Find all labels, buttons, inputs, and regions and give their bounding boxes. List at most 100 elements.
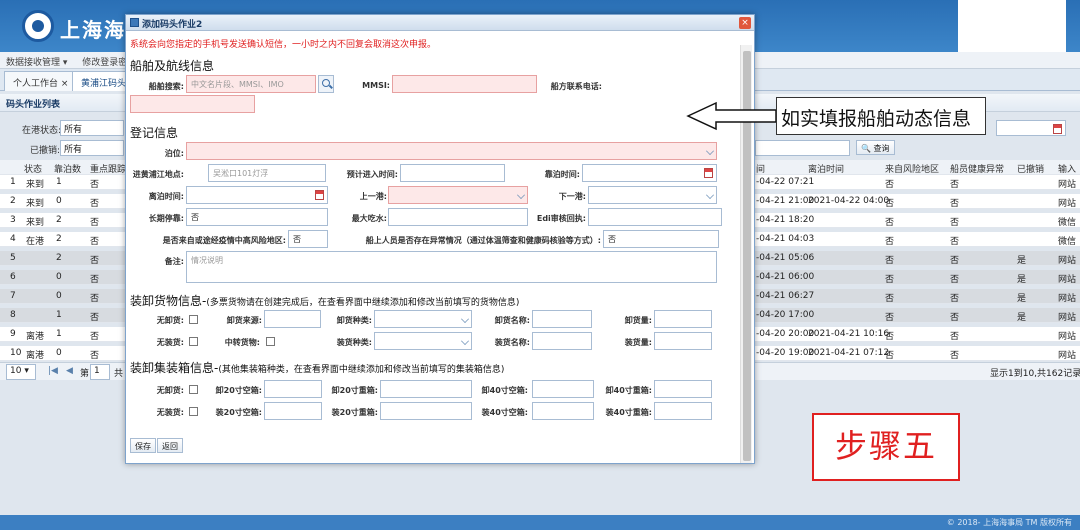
pager-summary: 显示1到10,共162记录: [990, 369, 1080, 379]
u40e-input[interactable]: [532, 380, 594, 398]
arrow-left-icon: [686, 101, 777, 131]
cell-input: 网站: [1058, 294, 1077, 304]
ship-search-icon[interactable]: [318, 75, 334, 93]
crew-select[interactable]: 否: [603, 230, 719, 248]
chevron-down-icon: [706, 191, 714, 199]
query-button[interactable]: 🔍 查询: [856, 140, 895, 155]
section-cargo-title: 装卸货物信息-: [130, 294, 207, 308]
crew-label: 船上人员是否存在异常情况（通过体温筛查和健康码核验等方式）:: [365, 236, 601, 245]
annotation-callout: 如实填报船舶动态信息: [776, 97, 986, 135]
l20e-label: 装20寸空箱:: [215, 408, 262, 417]
cell-time: -04-20 20:00: [756, 329, 815, 339]
unload-src-input[interactable]: [264, 310, 321, 328]
no-unload2-checkbox[interactable]: [189, 385, 198, 394]
cell-leave: 2021-04-21 07:12: [808, 348, 890, 358]
long-stay-select[interactable]: 否: [186, 208, 328, 226]
cell-leave: 2021-04-21 10:16: [808, 329, 890, 339]
section-cargo-note: (多票货物请在创建完成后，在查看界面中继续添加和修改当前填写的货物信息): [206, 298, 520, 308]
cell-rev: 是: [1017, 294, 1027, 304]
search-icon: 🔍: [861, 144, 871, 153]
l20e-input[interactable]: [264, 402, 322, 420]
cell-time: -04-20 17:00: [756, 310, 815, 320]
berth-time-input[interactable]: [582, 164, 717, 182]
prev-page-icon[interactable]: ◀: [66, 366, 73, 376]
berth-time-label: 靠泊时间:: [544, 170, 580, 179]
unload-type-select[interactable]: [374, 310, 472, 328]
phone-input[interactable]: [130, 95, 255, 113]
cell-status: 在港: [26, 237, 45, 247]
page-input[interactable]: 1: [90, 364, 110, 380]
cell-risk: 否: [885, 275, 895, 285]
section-cargo: 装卸货物信息-(多票货物请在创建完成后，在查看界面中继续添加和修改当前填写的货物…: [130, 292, 519, 309]
leave-time-input[interactable]: [186, 186, 328, 204]
add-job-dialog: 添加码头作业2 × 系统会向您指定的手机号发送确认短信，一小时之内不回复会取消这…: [125, 14, 755, 464]
ship-search-input[interactable]: 中文名片段、MMSI、IMO: [186, 75, 316, 93]
u20f-input[interactable]: [380, 380, 472, 398]
col-status: 状态: [24, 165, 43, 175]
first-page-icon[interactable]: |◀: [48, 366, 58, 376]
back-button[interactable]: 返回: [157, 438, 183, 453]
cell-track: 否: [90, 237, 100, 247]
u20e-input[interactable]: [264, 380, 322, 398]
load-name-input[interactable]: [532, 332, 592, 350]
revoked-select[interactable]: 所有: [60, 140, 124, 156]
berth-select[interactable]: [186, 142, 717, 160]
no-unload-checkbox[interactable]: [189, 315, 198, 324]
cell-berth: 2: [56, 253, 62, 263]
close-icon[interactable]: ×: [739, 17, 751, 29]
revoked-label: 已撤销:: [30, 146, 61, 156]
load-type-select[interactable]: [374, 332, 472, 350]
cell-status: 来到: [26, 180, 45, 190]
cell-risk: 否: [885, 313, 895, 323]
load-type-label: 装货种类:: [336, 338, 372, 347]
load-qty-input[interactable]: [654, 332, 712, 350]
max-draft-input[interactable]: [388, 208, 528, 226]
section-container: 装卸集装箱信息-(其他集装箱种类，在查看界面中继续添加和修改当前填写的集装箱信息…: [130, 359, 504, 376]
dialog-title: 添加码头作业2: [142, 20, 203, 30]
cell-health: 否: [950, 199, 960, 209]
cell-time: -04-22 07:21: [756, 177, 815, 187]
eta-input[interactable]: [400, 164, 505, 182]
right-filter-input[interactable]: [755, 140, 850, 156]
no-unload2-label: 无卸货:: [156, 386, 184, 395]
no-load2-checkbox[interactable]: [189, 407, 198, 416]
page-label: 第: [80, 369, 90, 379]
remark-textarea[interactable]: 情况说明: [186, 251, 717, 283]
port-status-select[interactable]: 所有: [60, 120, 124, 136]
unload-qty-input[interactable]: [654, 310, 712, 328]
transit-checkbox[interactable]: [266, 337, 275, 346]
right-date-input[interactable]: [996, 120, 1066, 136]
cell-n: 1: [10, 177, 16, 187]
l40f-label: 装40寸重箱:: [605, 408, 652, 417]
l40e-input[interactable]: [532, 402, 594, 420]
unload-name-input[interactable]: [532, 310, 592, 328]
entry-place-select[interactable]: 吴淞口101灯浮: [208, 164, 326, 182]
unload-name-label: 卸货名称:: [494, 316, 530, 325]
edi-input[interactable]: [588, 208, 722, 226]
cell-input: 网站: [1058, 199, 1077, 209]
next-port-select[interactable]: [588, 186, 717, 204]
no-load-checkbox[interactable]: [189, 337, 198, 346]
risk-select[interactable]: 否: [288, 230, 328, 248]
cell-time: -04-21 05:06: [756, 253, 815, 263]
u40f-input[interactable]: [654, 380, 712, 398]
save-button[interactable]: 保存: [130, 438, 156, 453]
entry-place-label: 进黄浦江地点:: [132, 170, 184, 179]
tab-workbench[interactable]: 个人工作台 ×: [4, 71, 78, 91]
prev-port-select[interactable]: [388, 186, 528, 204]
l40f-input[interactable]: [654, 402, 712, 420]
cell-leave: 2021-04-22 04:00: [808, 196, 890, 206]
port-status-label: 在港状态:: [22, 126, 62, 136]
l20f-input[interactable]: [380, 402, 472, 420]
cell-status: 离港: [26, 351, 45, 361]
col-risk: 来自风险地区: [885, 165, 940, 175]
cell-n: 2: [10, 196, 16, 206]
page-size-select[interactable]: 10 ▾: [6, 364, 36, 380]
prev-port-label: 上一港:: [359, 192, 387, 201]
mmsi-input[interactable]: [392, 75, 537, 93]
cell-input: 网站: [1058, 313, 1077, 323]
cell-n: 9: [10, 329, 16, 339]
cell-risk: 否: [885, 351, 895, 361]
mmsi-label: MMSI:: [362, 81, 390, 90]
load-name-label: 装货名称:: [494, 338, 530, 347]
